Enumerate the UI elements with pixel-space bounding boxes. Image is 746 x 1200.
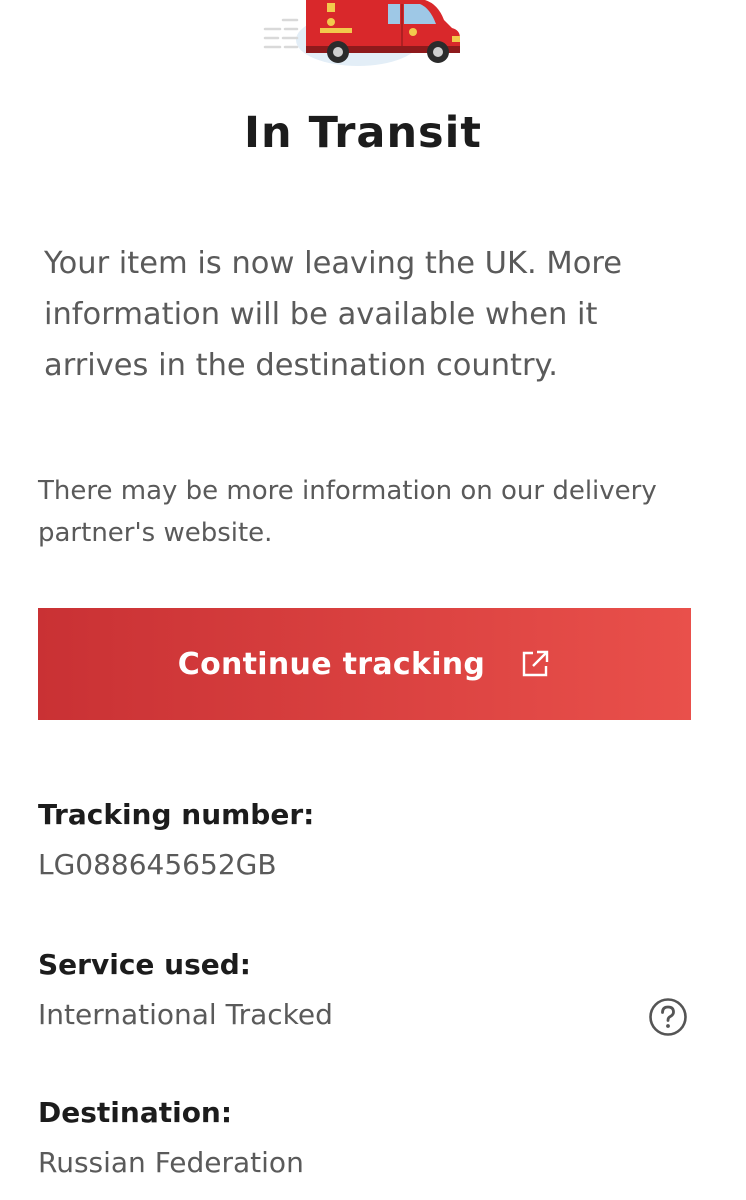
help-circle-icon[interactable] (648, 997, 688, 1037)
destination-label: Destination: (38, 1096, 233, 1129)
partner-note: There may be more information on our del… (38, 476, 657, 548)
service-used-label: Service used: (38, 948, 251, 981)
status-title: In Transit (244, 108, 482, 158)
destination-value: Russian Federation (38, 1146, 304, 1179)
delivery-van-illustration (0, 0, 746, 80)
tracking-number-value: LG088645652GB (38, 848, 277, 881)
external-link-icon (519, 648, 551, 680)
service-used-value: International Tracked (38, 998, 333, 1031)
continue-tracking-label: Continue tracking (177, 646, 486, 682)
tracking-number-label: Tracking number: (38, 798, 315, 831)
delivery-van-icon (263, 0, 460, 66)
speed-lines (263, 18, 299, 49)
status-message: Your item is now leaving the UK. More in… (44, 246, 623, 383)
continue-tracking-button[interactable]: Continue tracking (38, 608, 691, 720)
